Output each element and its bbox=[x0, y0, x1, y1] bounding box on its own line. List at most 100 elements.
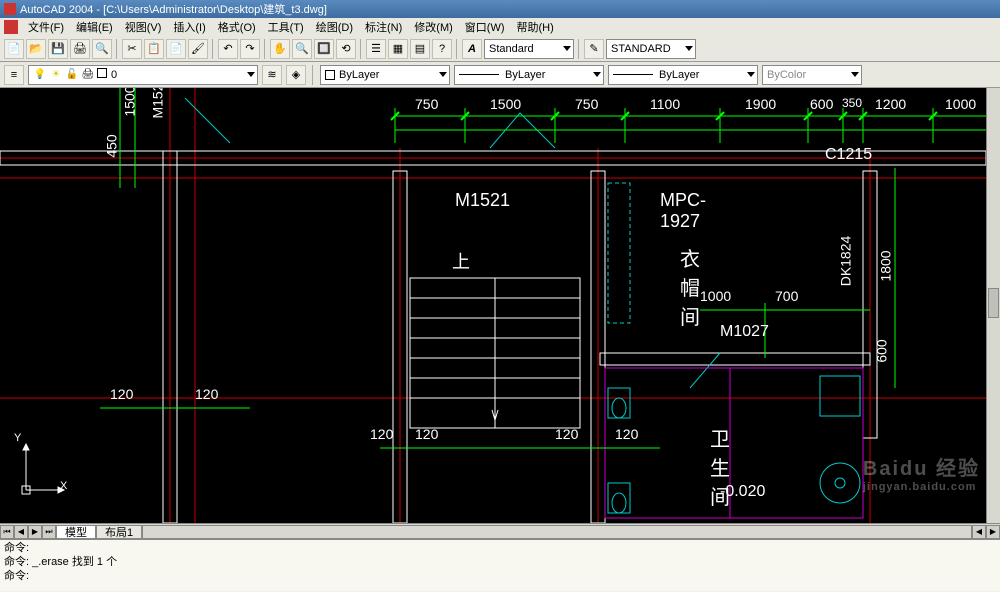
menu-insert[interactable]: 插入(I) bbox=[167, 19, 211, 35]
redo-icon[interactable]: ↷ bbox=[240, 39, 260, 59]
text-style-value: Standard bbox=[489, 43, 534, 55]
save-icon[interactable]: 💾 bbox=[48, 39, 68, 59]
new-icon[interactable]: 📄 bbox=[4, 39, 24, 59]
lock-icon: 🔓 bbox=[65, 68, 79, 82]
dim-350: 350 bbox=[842, 96, 862, 110]
dim-style-icon[interactable]: ✎ bbox=[584, 39, 604, 59]
layer-combo[interactable]: 💡 ☀ 🔓 🖨 0 bbox=[28, 65, 258, 85]
dim-120d: 120 bbox=[415, 426, 438, 442]
linetype-value: ByLayer bbox=[505, 69, 545, 81]
dim-120f: 120 bbox=[615, 426, 638, 442]
scroll-thumb[interactable] bbox=[988, 288, 999, 318]
preview-icon[interactable]: 🔍 bbox=[92, 39, 112, 59]
chevron-down-icon bbox=[247, 72, 255, 77]
dim-1500v: 1500 bbox=[122, 88, 138, 117]
scrollbar-vertical[interactable] bbox=[986, 88, 1000, 523]
menu-window[interactable]: 窗口(W) bbox=[459, 19, 511, 35]
layer-state-icons: 💡 ☀ 🔓 🖨 bbox=[33, 68, 107, 82]
dim-style-value: STANDARD bbox=[611, 43, 671, 55]
layer-name: 0 bbox=[111, 69, 117, 81]
pan-icon[interactable]: ✋ bbox=[270, 39, 290, 59]
paste-icon[interactable]: 📄 bbox=[166, 39, 186, 59]
label-mpc: MPC-1927 bbox=[660, 190, 706, 232]
label-c1215: C1215 bbox=[825, 146, 872, 164]
label-dk1824: DK1824 bbox=[837, 236, 853, 287]
menu-view[interactable]: 视图(V) bbox=[119, 19, 168, 35]
dim-1000: 1000 bbox=[945, 96, 976, 112]
separator bbox=[578, 39, 580, 59]
tab-and-scroll-row: ⏮ ◀ ▶ ⏭ 模型 布局1 ◀ ▶ bbox=[0, 523, 1000, 539]
menu-draw[interactable]: 绘图(D) bbox=[310, 19, 359, 35]
separator bbox=[456, 39, 458, 59]
scrollbar-horizontal[interactable] bbox=[142, 525, 972, 539]
text-style-combo[interactable]: Standard bbox=[484, 39, 574, 59]
zoom-window-icon[interactable]: 🔲 bbox=[314, 39, 334, 59]
color-combo[interactable]: ByLayer bbox=[320, 65, 450, 85]
cut-icon[interactable]: ✂ bbox=[122, 39, 142, 59]
menu-dimension[interactable]: 标注(N) bbox=[359, 19, 408, 35]
lightbulb-icon: 💡 bbox=[33, 68, 47, 82]
autocad-icon[interactable] bbox=[4, 20, 18, 34]
tab-prev-icon[interactable]: ◀ bbox=[14, 525, 28, 539]
chevron-down-icon bbox=[747, 72, 755, 77]
title-bar: AutoCAD 2004 - [C:\Users\Administrator\D… bbox=[0, 0, 1000, 18]
linetype-combo[interactable]: ByLayer bbox=[454, 65, 604, 85]
dim-1100: 1100 bbox=[650, 96, 680, 112]
plot-icon: 🖨 bbox=[81, 68, 95, 82]
tab-first-icon[interactable]: ⏮ bbox=[0, 525, 14, 539]
tab-layout1[interactable]: 布局1 bbox=[96, 525, 142, 539]
menu-help[interactable]: 帮助(H) bbox=[511, 19, 560, 35]
chevron-down-icon bbox=[593, 72, 601, 77]
dim-600: 600 bbox=[810, 96, 833, 112]
tab-last-icon[interactable]: ⏭ bbox=[42, 525, 56, 539]
designcenter-icon[interactable]: ▦ bbox=[388, 39, 408, 59]
dim-120c: 120 bbox=[370, 426, 393, 442]
menu-edit[interactable]: 编辑(E) bbox=[70, 19, 119, 35]
zoom-realtime-icon[interactable]: 🔍 bbox=[292, 39, 312, 59]
menu-format[interactable]: 格式(O) bbox=[212, 19, 262, 35]
help-icon[interactable]: ? bbox=[432, 39, 452, 59]
zoom-prev-icon[interactable]: ⟲ bbox=[336, 39, 356, 59]
command-window[interactable]: 命令: 命令: _.erase 找到 1 个 命令: bbox=[0, 539, 1000, 591]
menu-tools[interactable]: 工具(T) bbox=[262, 19, 310, 35]
separator bbox=[116, 39, 118, 59]
print-icon[interactable]: 🖨 bbox=[70, 39, 90, 59]
separator bbox=[212, 39, 214, 59]
separator bbox=[312, 65, 314, 85]
text-style-icon[interactable]: A bbox=[462, 39, 482, 59]
lineweight-combo[interactable]: ByLayer bbox=[608, 65, 758, 85]
chevron-down-icon bbox=[851, 72, 859, 77]
tab-model[interactable]: 模型 bbox=[56, 525, 96, 539]
scroll-left-icon[interactable]: ◀ bbox=[972, 525, 986, 539]
open-icon[interactable]: 📂 bbox=[26, 39, 46, 59]
sun-icon: ☀ bbox=[49, 68, 63, 82]
dim-style-combo[interactable]: STANDARD bbox=[606, 39, 696, 59]
copy-icon[interactable]: 📋 bbox=[144, 39, 164, 59]
plotstyle-combo[interactable]: ByColor bbox=[762, 65, 862, 85]
color-value: ByLayer bbox=[339, 69, 379, 81]
layer-states-icon[interactable]: ◈ bbox=[286, 65, 306, 85]
plotstyle-value: ByColor bbox=[767, 69, 806, 81]
label-shang: 上 bbox=[452, 248, 470, 274]
toolpalettes-icon[interactable]: ▤ bbox=[410, 39, 430, 59]
chevron-down-icon bbox=[439, 72, 447, 77]
label-yimao: 衣帽间 bbox=[680, 243, 700, 330]
layer-prev-icon[interactable]: ≋ bbox=[262, 65, 282, 85]
label-m1521: M1521 bbox=[455, 190, 510, 211]
undo-icon[interactable]: ↶ bbox=[218, 39, 238, 59]
ucs-icon: Y X bbox=[14, 432, 74, 505]
dim-750b: 750 bbox=[575, 96, 598, 112]
tab-next-icon[interactable]: ▶ bbox=[28, 525, 42, 539]
properties-icon[interactable]: ☰ bbox=[366, 39, 386, 59]
chevron-down-icon bbox=[563, 46, 571, 51]
dim-700: 700 bbox=[775, 288, 798, 304]
scroll-right-icon[interactable]: ▶ bbox=[986, 525, 1000, 539]
layer-manager-icon[interactable]: ≡ bbox=[4, 65, 24, 85]
drawing-canvas[interactable]: 750 1500 750 1100 1900 600 350 1200 1000… bbox=[0, 88, 1000, 523]
menu-file[interactable]: 文件(F) bbox=[22, 19, 70, 35]
match-icon[interactable]: 🖌 bbox=[188, 39, 208, 59]
layer-color-swatch bbox=[97, 68, 107, 78]
dim-1200: 1200 bbox=[875, 96, 906, 112]
chevron-down-icon bbox=[685, 46, 693, 51]
menu-modify[interactable]: 修改(M) bbox=[408, 19, 459, 35]
